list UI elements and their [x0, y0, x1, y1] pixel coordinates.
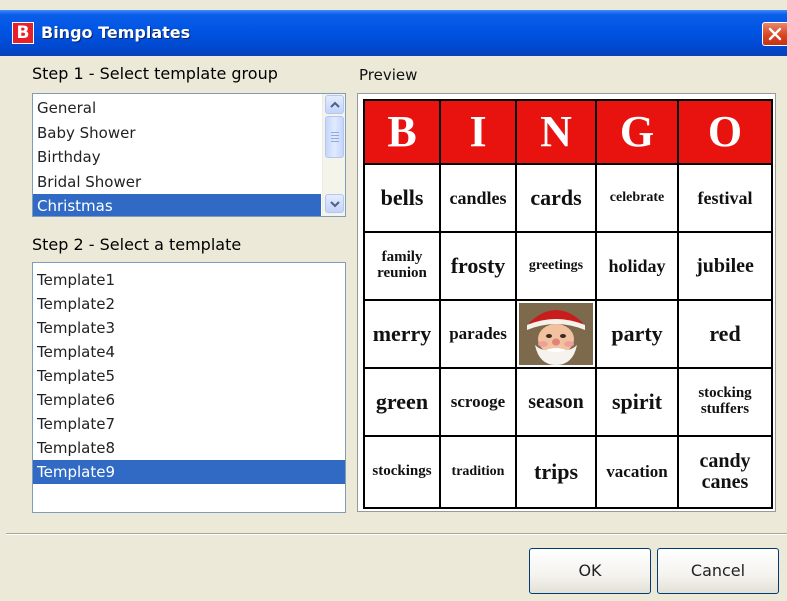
chevron-down-icon [330, 201, 340, 208]
bingo-cell: frosty [441, 233, 517, 301]
bingo-cell: vacation [597, 437, 679, 507]
bingo-cell: scrooge [441, 369, 517, 437]
bingo-cell: celebrate [597, 165, 679, 233]
template-group-item[interactable]: Christmas [33, 194, 321, 216]
template-item[interactable]: Template4 [33, 340, 345, 364]
template-item[interactable]: Template7 [33, 412, 345, 436]
bingo-header-letter: I [441, 101, 517, 165]
template-item[interactable]: Template9 [33, 460, 345, 484]
close-icon [768, 27, 782, 41]
template-group-item[interactable]: Birthday [33, 145, 321, 170]
scroll-thumb[interactable] [325, 116, 344, 158]
bingo-cell: family reunion [365, 233, 441, 301]
bingo-cell: greetings [517, 233, 597, 301]
template-item[interactable]: Template6 [33, 388, 345, 412]
bingo-header-letter: O [679, 101, 771, 165]
bingo-cell: stockings [365, 437, 441, 507]
bingo-cell: party [597, 301, 679, 369]
scroll-down-button[interactable] [325, 194, 344, 213]
bingo-cell: candles [441, 165, 517, 233]
bingo-cell: merry [365, 301, 441, 369]
separator [6, 533, 787, 535]
cancel-button[interactable]: Cancel [657, 548, 779, 594]
title-bar[interactable]: B Bingo Templates [0, 10, 787, 56]
preview-panel: B I N G Obells candles cards celebrate festival f… [357, 93, 776, 512]
dialog-body: Step 1 - Select template group Preview G… [3, 56, 787, 601]
close-button[interactable] [762, 22, 787, 46]
template-group-list[interactable]: General Baby Shower Birthday Bridal Shower C… [32, 93, 346, 217]
bingo-cell: cards [517, 165, 597, 233]
dialog-window: B Bingo Templates Step 1 - Select templa… [0, 0, 787, 601]
santa-claus-icon [519, 303, 593, 365]
step1-label: Step 1 - Select template group [32, 64, 278, 83]
template-group-item[interactable]: Baby Shower [33, 121, 321, 146]
scroll-up-button[interactable] [325, 95, 344, 114]
preview-label: Preview [359, 66, 418, 84]
bingo-cell: parades [441, 301, 517, 369]
bingo-header-letter: N [517, 101, 597, 165]
template-item[interactable]: Template1 [33, 268, 345, 292]
bingo-cell: tradition [441, 437, 517, 507]
step2-label: Step 2 - Select a template [32, 235, 242, 254]
bingo-cell: spirit [597, 369, 679, 437]
chevron-up-icon [330, 101, 340, 108]
bingo-card: B I N G Obells candles cards celebrate festival f… [363, 99, 773, 509]
bingo-cell: season [517, 369, 597, 437]
free-space-santa [517, 301, 597, 369]
template-item[interactable]: Template8 [33, 436, 345, 460]
bingo-cell: trips [517, 437, 597, 507]
ok-button[interactable]: OK [529, 548, 651, 594]
template-list[interactable]: Template1 Template2 Template3 Template4 Temp… [32, 262, 346, 513]
window-title: Bingo Templates [41, 23, 191, 42]
bingo-header-letter: G [597, 101, 679, 165]
template-group-item[interactable]: General [33, 96, 321, 121]
bingo-cell: green [365, 369, 441, 437]
template-item[interactable]: Template2 [33, 292, 345, 316]
bingo-cell: candy canes [699, 450, 751, 493]
bingo-cell: stocking stuffers [679, 369, 771, 437]
template-item[interactable]: Template5 [33, 364, 345, 388]
bingo-cell: festival [679, 165, 771, 233]
template-item[interactable]: Template3 [33, 316, 345, 340]
bingo-cell: red [679, 301, 771, 369]
group-list-scrollbar[interactable] [322, 94, 345, 216]
app-icon: B [12, 22, 34, 44]
template-group-item[interactable]: Bridal Shower [33, 170, 321, 195]
bingo-cell: bells [365, 165, 441, 233]
bingo-cell: holiday [597, 233, 679, 301]
bingo-header-letter: B [365, 101, 441, 165]
bingo-cell: jubilee [679, 233, 771, 301]
